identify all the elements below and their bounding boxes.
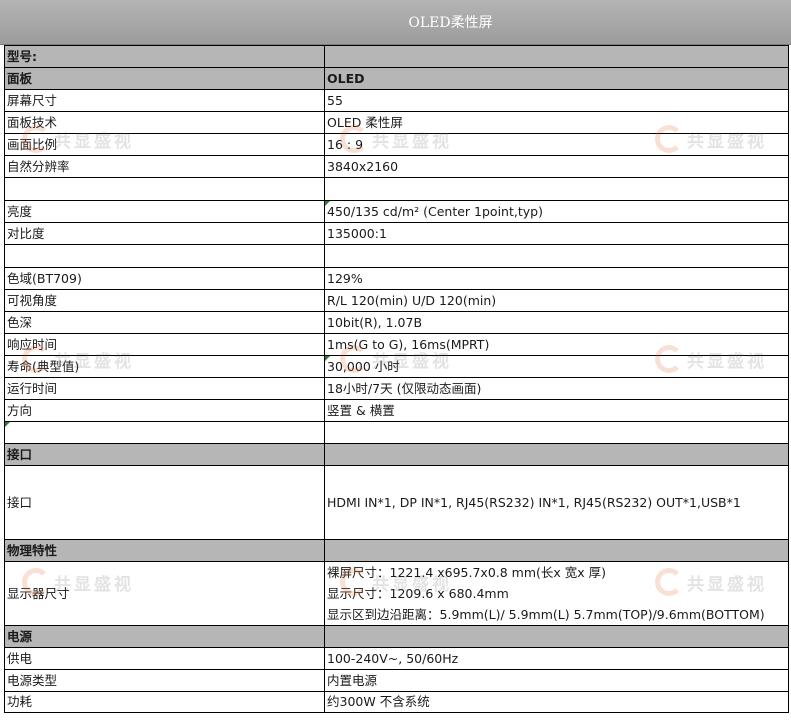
cell-label[interactable]: 画面比例 (3, 133, 326, 156)
cell-value[interactable] (324, 177, 789, 201)
cell-value[interactable]: 450/135 cd/m² (Center 1point,typ) (324, 200, 789, 223)
table-row-empty (3, 177, 789, 201)
cell-label[interactable]: 亮度 (3, 200, 326, 223)
table-row-empty (3, 244, 789, 268)
spec-table: 型号: 面板 OLED 屏幕尺寸 55 面板技术 OLED 柔性屏 画面比例 1… (3, 45, 789, 713)
table-row: 亮度 450/135 cd/m² (Center 1point,typ) (3, 200, 789, 223)
cell-value[interactable]: OLED (324, 67, 789, 90)
cell-value[interactable]: 1ms(G to G), 16ms(MPRT) (324, 333, 789, 356)
cell-value[interactable] (324, 421, 789, 444)
cell-label[interactable]: 色深 (3, 311, 326, 334)
cell-value[interactable]: 竖置 & 横置 (324, 399, 789, 422)
cell-value[interactable]: 约300W 不含系统 (324, 691, 789, 713)
cell-value[interactable]: 3840x2160 (324, 155, 789, 178)
cell-value[interactable]: 30,000 小时 (324, 355, 789, 378)
cell-value[interactable]: 100-240V~, 50/60Hz (324, 647, 789, 670)
cell-label[interactable]: 电源类型 (3, 669, 326, 692)
cell-label[interactable]: 色域(BT709) (3, 267, 326, 290)
cell-label[interactable]: 供电 (3, 647, 326, 670)
cell-label[interactable]: 响应时间 (3, 333, 326, 356)
cell-value[interactable] (324, 244, 789, 268)
cell-label[interactable]: 接口 (3, 465, 326, 540)
cell-label[interactable] (3, 244, 326, 268)
table-row: 运行时间 18小时/7天 (仅限动态画面) (3, 377, 789, 400)
value-line: 裸屏尺寸：1221.4 x695.7x0.8 mm(长x 宽x 厚) (327, 565, 607, 580)
cell-value[interactable]: 55 (324, 89, 789, 112)
table-row: 功耗 约300W 不含系统 (3, 691, 789, 713)
cell-label[interactable] (3, 177, 326, 201)
cell-value[interactable]: 10bit(R), 1.07B (324, 311, 789, 334)
table-row-display-size: 显示器尺寸 裸屏尺寸：1221.4 x695.7x0.8 mm(长x 宽x 厚)… (3, 561, 789, 626)
section-row-interface: 接口 (3, 443, 789, 466)
title-bar: OLED柔性屏 (0, 0, 791, 45)
value-line: 显示区到边沿距离：5.9mm(L)/ 5.9mm(L) 5.7mm(TOP)/9… (327, 607, 765, 622)
cell-value[interactable]: 内置电源 (324, 669, 789, 692)
table-row: 屏幕尺寸 55 (3, 89, 789, 112)
table-row: 可视角度 R/L 120(min) U/D 120(min) (3, 289, 789, 312)
cell-label[interactable] (3, 421, 326, 444)
cell-value[interactable]: HDMI IN*1, DP IN*1, RJ45(RS232) IN*1, RJ… (324, 465, 789, 540)
cell-label[interactable]: 屏幕尺寸 (3, 89, 326, 112)
cell-label[interactable]: 型号: (3, 45, 326, 68)
cell-value[interactable]: OLED 柔性屏 (324, 111, 789, 134)
section-row-model: 型号: (3, 45, 789, 68)
section-row-power: 电源 (3, 625, 789, 648)
cell-value[interactable]: 16 : 9 (324, 133, 789, 156)
table-row: 寿命(典型值) 30,000 小时 (3, 355, 789, 378)
table-row: 电源类型 内置电源 (3, 669, 789, 692)
table-row: 画面比例 16 : 9 (3, 133, 789, 156)
table-row: 色深 10bit(R), 1.07B (3, 311, 789, 334)
table-row: 响应时间 1ms(G to G), 16ms(MPRT) (3, 333, 789, 356)
cell-value[interactable]: 129% (324, 267, 789, 290)
table-row-interface: 接口 HDMI IN*1, DP IN*1, RJ45(RS232) IN*1,… (3, 465, 789, 540)
cell-label[interactable]: 功耗 (3, 691, 326, 713)
table-row: 供电 100-240V~, 50/60Hz (3, 647, 789, 670)
table-row: 色域(BT709) 129% (3, 267, 789, 290)
cell-label[interactable]: 显示器尺寸 (3, 561, 326, 626)
cell-value[interactable]: 135000:1 (324, 222, 789, 245)
cell-label[interactable]: 物理特性 (3, 539, 326, 562)
cell-label[interactable]: 面板技术 (3, 111, 326, 134)
cell-label[interactable]: 可视角度 (3, 289, 326, 312)
cell-label[interactable]: 寿命(典型值) (3, 355, 326, 378)
cell-value[interactable] (324, 443, 789, 466)
cell-label[interactable]: 对比度 (3, 222, 326, 245)
table-row: 自然分辨率 3840x2160 (3, 155, 789, 178)
cell-value[interactable]: R/L 120(min) U/D 120(min) (324, 289, 789, 312)
section-row-physical: 物理特性 (3, 539, 789, 562)
cell-value-multiline[interactable]: 裸屏尺寸：1221.4 x695.7x0.8 mm(长x 宽x 厚) 显示尺寸：… (324, 561, 789, 626)
table-row: 方向 竖置 & 横置 (3, 399, 789, 422)
table-row-empty (3, 421, 789, 444)
cell-label[interactable]: 面板 (3, 67, 326, 90)
table-row: 面板技术 OLED 柔性屏 (3, 111, 789, 134)
cell-label[interactable]: 接口 (3, 443, 326, 466)
table-row: 对比度 135000:1 (3, 222, 789, 245)
cell-value[interactable] (324, 625, 789, 648)
cell-label[interactable]: 电源 (3, 625, 326, 648)
cell-value[interactable] (324, 45, 789, 68)
value-line: 显示尺寸：1209.6 x 680.4mm (327, 586, 509, 601)
page-title: OLED柔性屏 (408, 15, 493, 31)
cell-label[interactable]: 自然分辨率 (3, 155, 326, 178)
section-row-panel: 面板 OLED (3, 67, 789, 90)
cell-label[interactable]: 运行时间 (3, 377, 326, 400)
cell-label[interactable]: 方向 (3, 399, 326, 422)
cell-value[interactable] (324, 539, 789, 562)
cell-value[interactable]: 18小时/7天 (仅限动态画面) (324, 377, 789, 400)
